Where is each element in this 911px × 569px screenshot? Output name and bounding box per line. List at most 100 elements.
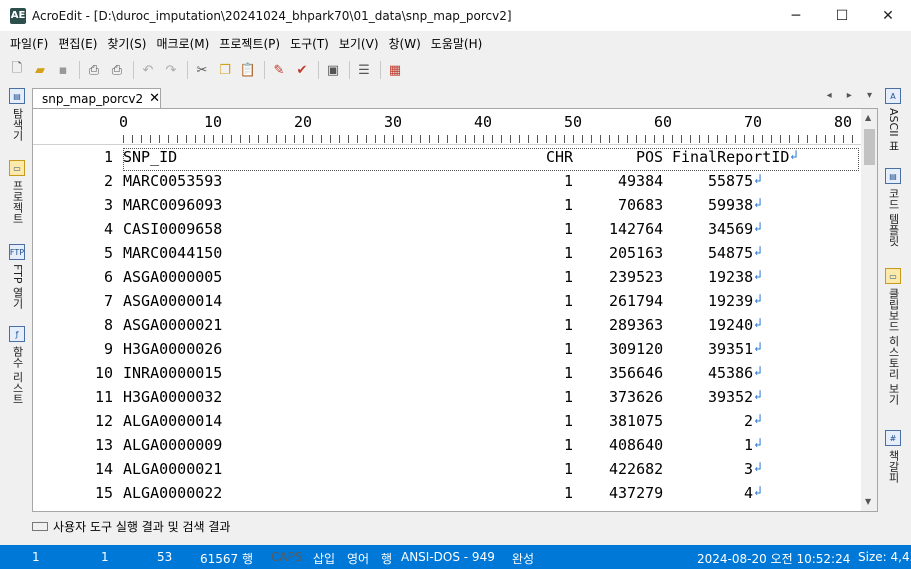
- window-title: AcroEdit - [D:\duroc_imputation\20241024…: [32, 8, 512, 23]
- bookmark-list-icon: #: [885, 430, 901, 446]
- line-number: 2: [103, 172, 113, 190]
- scroll-up-icon[interactable]: ▲: [865, 113, 871, 122]
- ruler-ticks: [123, 135, 863, 143]
- menu-search[interactable]: 찾기(S): [103, 35, 150, 52]
- window-icon[interactable]: ▣: [324, 61, 342, 79]
- menu-macro[interactable]: 매크로(M): [152, 35, 213, 52]
- dock-label: FTP 열기: [11, 264, 24, 309]
- chr: 1: [564, 484, 574, 502]
- pos: 205163: [609, 244, 664, 262]
- scroll-down-icon[interactable]: ▼: [865, 497, 871, 506]
- tab-snp-map-porcv2[interactable]: snp_map_porcv2 ✕: [32, 88, 161, 108]
- toolbar: 🗋 ▰ ▪ ⎙ ⎙ ↶ ↷ ✂ ❐ 📋 ✎ ✔ ▣ ☰ ▦: [0, 56, 911, 84]
- status-input-language[interactable]: 영어: [347, 550, 369, 567]
- ascii-table-icon: A: [885, 88, 901, 104]
- dock-tab-bookmarks[interactable]: # 책갈피: [882, 430, 904, 483]
- chr: 1: [564, 196, 574, 214]
- status-column: 1: [101, 550, 109, 564]
- left-dock: ▤ 탐색기 ▭ 프로젝트 FTP FTP 열기 ƒ 함수 리스트: [6, 86, 28, 516]
- header-line: SNP_ID CHR POS FinalReportID ↲: [123, 148, 798, 172]
- scroll-thumb[interactable]: [864, 129, 875, 165]
- chr: 1: [564, 340, 574, 358]
- text-editor[interactable]: 0 10 20 30 40 50 60 70 80 1 2 3 4 5 6 7 …: [32, 108, 878, 512]
- list-icon[interactable]: ☰: [355, 61, 373, 79]
- status-insert-mode[interactable]: 삽입: [313, 550, 335, 567]
- chr: 1: [564, 460, 574, 478]
- copy-icon[interactable]: ❐: [216, 61, 234, 79]
- maximize-button[interactable]: ☐: [819, 0, 865, 31]
- snp-id: H3GA0000026: [123, 340, 223, 358]
- ruler-label: 20: [294, 113, 313, 131]
- final-report-id: 19238: [708, 268, 754, 286]
- redo-icon[interactable]: ↷: [162, 61, 180, 79]
- function-list-icon: ƒ: [9, 326, 25, 342]
- minimize-button[interactable]: ─: [773, 0, 819, 31]
- code-area[interactable]: SNP_ID CHR POS FinalReportID ↲ MARC00535…: [123, 145, 861, 511]
- menu-window[interactable]: 창(W): [385, 35, 425, 52]
- status-encoding[interactable]: ANSI-DOS - 949: [401, 550, 495, 564]
- bookmark-icon[interactable]: ✔: [293, 61, 311, 79]
- data-line: H3GA0000026 1 309120 39351 ↲: [123, 340, 762, 364]
- output-panel-tab[interactable]: 사용자 도구 실행 결과 및 검색 결과: [32, 514, 878, 538]
- chr: 1: [564, 436, 574, 454]
- end-of-line-icon: ↲: [754, 460, 762, 475]
- save-icon[interactable]: ▪: [54, 61, 72, 79]
- vertical-scrollbar[interactable]: ▲ ▼: [861, 109, 877, 511]
- column-ruler: 0 10 20 30 40 50 60 70 80: [33, 109, 863, 145]
- print-icon[interactable]: ⎙: [108, 61, 126, 79]
- end-of-line-icon: ↲: [754, 484, 762, 499]
- end-of-line-icon: ↲: [790, 148, 798, 163]
- final-report-id: 59938: [708, 196, 754, 214]
- dock-tab-function-list[interactable]: ƒ 함수 리스트: [6, 326, 28, 405]
- menu-help[interactable]: 도움말(H): [427, 35, 487, 52]
- ruler-label: 40: [474, 113, 493, 131]
- undo-icon[interactable]: ↶: [139, 61, 157, 79]
- line-number: 11: [94, 388, 113, 406]
- snp-id: MARC0096093: [123, 196, 223, 214]
- tab-label: snp_map_porcv2: [42, 91, 144, 106]
- menu-file[interactable]: 파일(F): [6, 35, 52, 52]
- line-number: 9: [103, 340, 113, 358]
- end-of-line-icon: ↲: [754, 292, 762, 307]
- highlight-icon[interactable]: ✎: [270, 61, 288, 79]
- menu-view[interactable]: 보기(V): [335, 35, 383, 52]
- paste-icon[interactable]: 📋: [239, 61, 257, 79]
- menu-project[interactable]: 프로젝트(P): [215, 35, 284, 52]
- dock-tab-ascii[interactable]: A ASCII 표: [882, 88, 904, 151]
- dock-tab-clipboard[interactable]: ▭ 클립보드 히스토리 보기: [882, 268, 904, 405]
- new-file-icon[interactable]: 🗋: [8, 61, 26, 79]
- close-window-button[interactable]: ✕: [865, 0, 911, 31]
- print-preview-icon[interactable]: ⎙: [85, 61, 103, 79]
- dock-tab-project[interactable]: ▭ 프로젝트: [6, 160, 28, 224]
- tab-navigation-arrows[interactable]: ◂ ▸ ▾: [827, 90, 878, 101]
- chr: 1: [564, 268, 574, 286]
- snp-id: INRA0000015: [123, 364, 223, 382]
- dock-tab-explorer[interactable]: ▤ 탐색기: [6, 88, 28, 141]
- final-report-id: 39352: [708, 388, 754, 406]
- dock-label: ASCII 표: [887, 108, 900, 152]
- hex-icon[interactable]: ▦: [386, 61, 404, 79]
- status-line: 1: [32, 550, 40, 564]
- dock-tab-ftp[interactable]: FTP FTP 열기: [6, 244, 28, 309]
- menu-tools[interactable]: 도구(T): [286, 35, 333, 52]
- snp-id: H3GA0000032: [123, 388, 223, 406]
- data-line: INRA0000015 1 356646 45386 ↲: [123, 364, 762, 388]
- tab-close-icon[interactable]: ✕: [149, 91, 160, 106]
- cut-icon[interactable]: ✂: [193, 61, 211, 79]
- status-line-mode[interactable]: 행: [381, 550, 392, 567]
- line-number: 1: [103, 148, 113, 166]
- ruler-label: 10: [204, 113, 223, 131]
- pos: 309120: [609, 340, 664, 358]
- open-folder-icon[interactable]: ▰: [31, 61, 49, 79]
- dock-label: 책갈피: [887, 450, 900, 483]
- dock-tab-code-template[interactable]: ▤ 코드 템플릿: [882, 168, 904, 247]
- end-of-line-icon: ↲: [754, 340, 762, 355]
- final-report-id: 54875: [708, 244, 754, 262]
- snp-id: ASGA0000014: [123, 292, 223, 310]
- menu-edit[interactable]: 편집(E): [54, 35, 101, 52]
- ruler-label: 50: [564, 113, 583, 131]
- data-line: H3GA0000032 1 373626 39352 ↲: [123, 388, 762, 412]
- line-number: 8: [103, 316, 113, 334]
- final-report-id: 19240: [708, 316, 754, 334]
- menu-bar: 파일(F) 편집(E) 찾기(S) 매크로(M) 프로젝트(P) 도구(T) 보…: [0, 31, 911, 55]
